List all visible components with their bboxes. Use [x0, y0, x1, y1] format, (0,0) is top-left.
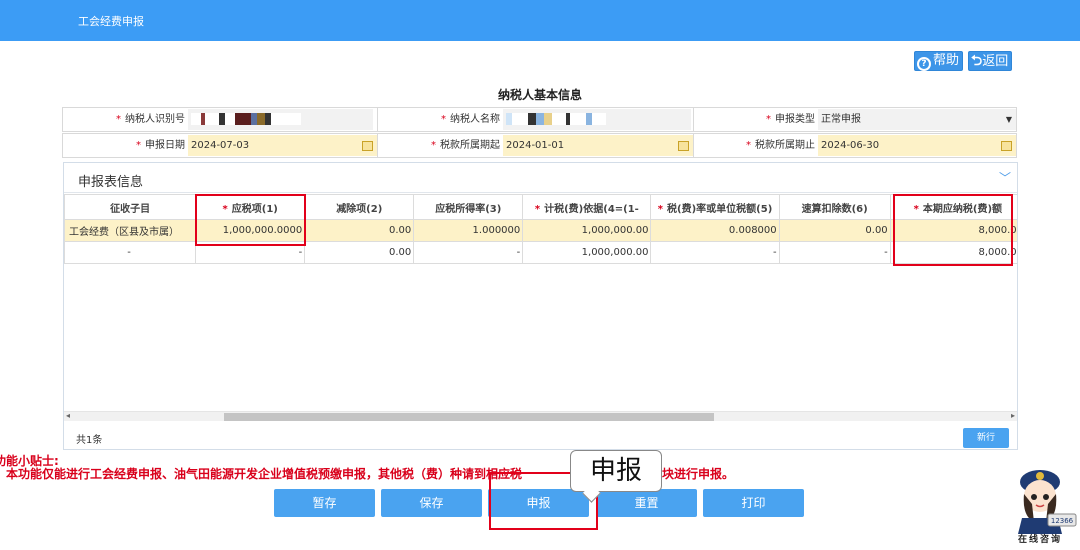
- basic-info-row-2: * 申报日期 2024-07-03 * 税款所属期起 2024-01-01 * 税款所…: [62, 133, 1017, 158]
- table-cell[interactable]: 0.00: [304, 219, 415, 242]
- tips-line: 、本功能仅能进行工会经费申报、油气田能源开发企业增值税预缴申报，其他税（费）种请…: [0, 467, 523, 481]
- scrollbar-thumb[interactable]: [224, 413, 714, 421]
- table-cell[interactable]: 0.00: [778, 219, 891, 242]
- save-temp-button[interactable]: 暂存: [274, 489, 375, 517]
- grid-viewport: 征收子目 * 应税项(1) 减除项(2) 应税所得率(3) * 计税(费)依据(4=…: [64, 163, 1017, 413]
- reset-button[interactable]: 重置: [596, 489, 697, 517]
- calendar-icon[interactable]: [678, 141, 689, 151]
- report-type-select[interactable]: 正常申报 ▼: [818, 109, 1016, 130]
- table-cell[interactable]: 1,000,000.00: [522, 219, 652, 242]
- column-header: * 应税项(1): [195, 194, 306, 220]
- table-row: - - 0.00 - 1,000,000.00 - - 8,000.00: [64, 241, 1017, 264]
- taxpayer-id-field[interactable]: [188, 109, 373, 130]
- basic-info-row-1: * 纳税人识别号 * 纳税人名称 * 申报类型 正常申报 ▼: [62, 107, 1017, 132]
- help-label: 帮助: [933, 53, 960, 68]
- horizontal-scrollbar[interactable]: ◂ ▸: [64, 411, 1017, 421]
- table-row[interactable]: 工会经费（区县及市属） 1,000,000.0000 0.00 1.000000…: [64, 219, 1017, 242]
- form-panel: 申报表信息 ﹀ 征收子目 * 应税项(1) 减除项(2) 应税所得率(3) * 计税…: [63, 162, 1018, 450]
- table-cell[interactable]: 1.000000: [413, 219, 524, 242]
- back-button[interactable]: ⮌返回: [968, 51, 1013, 71]
- tips-line-tail: 块进行申报。: [662, 467, 735, 481]
- report-date-field[interactable]: 2024-07-03: [188, 135, 377, 156]
- table-cell: 1,000,000.00: [522, 241, 652, 264]
- period-end-value: 2024-06-30: [821, 140, 880, 151]
- column-header: * 税(费)率或单位税额(5): [650, 194, 780, 220]
- return-arrow-icon: ⮌: [971, 53, 983, 69]
- taxpayer-name-label: * 纳税人名称: [441, 114, 500, 125]
- basic-info-title: 纳税人基本信息: [497, 88, 582, 102]
- column-header: * 计税(费)依据(4=(1-: [522, 194, 652, 220]
- table-cell[interactable]: 0.008000: [650, 219, 780, 242]
- table-cell[interactable]: 1,000,000.0000: [195, 219, 306, 242]
- table-cell: 0.00: [304, 241, 415, 264]
- period-end-field[interactable]: 2024-06-30: [818, 135, 1016, 156]
- table-cell: 8,000.00: [889, 241, 1017, 264]
- period-end-label: * 税款所属期止: [746, 140, 815, 151]
- scroll-left-arrow-icon[interactable]: ◂: [66, 411, 70, 420]
- column-header: 征收子目: [64, 194, 197, 220]
- table-cell: -: [195, 241, 306, 264]
- taxpayer-id-label: * 纳税人识别号: [116, 114, 185, 125]
- report-date-value: 2024-07-03: [191, 140, 250, 151]
- submit-callout: 申报: [570, 450, 662, 492]
- total-count: 共1条: [76, 435, 103, 446]
- calendar-icon[interactable]: [1001, 141, 1012, 151]
- column-header: 减除项(2): [304, 194, 415, 220]
- mascot-badge: 12366: [1051, 517, 1074, 525]
- period-start-value: 2024-01-01: [506, 140, 565, 151]
- report-date-label: * 申报日期: [136, 140, 185, 151]
- report-type-label: * 申报类型: [766, 114, 815, 125]
- app-title: 工会经费申报: [78, 15, 144, 28]
- table-header-row: 征收子目 * 应税项(1) 减除项(2) 应税所得率(3) * 计税(费)依据(4=…: [64, 194, 1017, 220]
- column-header: 应税所得率(3): [413, 194, 524, 220]
- table-cell[interactable]: 8,000.00: [889, 219, 1017, 242]
- help-button[interactable]: ? 帮助: [914, 51, 964, 71]
- report-type-value: 正常申报: [821, 114, 861, 125]
- period-start-label: * 税款所属期起: [431, 140, 500, 151]
- submit-button[interactable]: 申报: [488, 489, 589, 517]
- print-button[interactable]: 打印: [703, 489, 804, 517]
- table-cell: -: [778, 241, 891, 264]
- table-cell: -: [64, 241, 197, 264]
- question-icon: ?: [917, 57, 931, 71]
- taxpayer-name-field[interactable]: [503, 109, 691, 130]
- column-header: 速算扣除数(6): [778, 194, 891, 220]
- period-start-field[interactable]: 2024-01-01: [503, 135, 693, 156]
- top-bar: 工会经费申报: [0, 0, 1080, 41]
- redacted-name: [506, 113, 606, 125]
- back-label: 返回: [982, 54, 1009, 69]
- declaration-table: 征收子目 * 应税项(1) 减除项(2) 应税所得率(3) * 计税(费)依据(4=…: [64, 194, 1017, 264]
- scroll-right-arrow-icon[interactable]: ▸: [1011, 411, 1015, 420]
- dropdown-arrow-icon: ▼: [1005, 115, 1012, 124]
- calendar-icon[interactable]: [362, 141, 373, 151]
- table-cell: -: [650, 241, 780, 264]
- online-consult-caption[interactable]: 在线咨询: [1018, 532, 1062, 545]
- save-button[interactable]: 保存: [381, 489, 482, 517]
- column-header: * 本期应纳税(费)额: [889, 194, 1017, 220]
- add-row-button[interactable]: 新行: [963, 428, 1009, 448]
- table-cell[interactable]: 工会经费（区县及市属）: [64, 219, 197, 242]
- redacted-id: [191, 113, 301, 125]
- table-cell: -: [413, 241, 524, 264]
